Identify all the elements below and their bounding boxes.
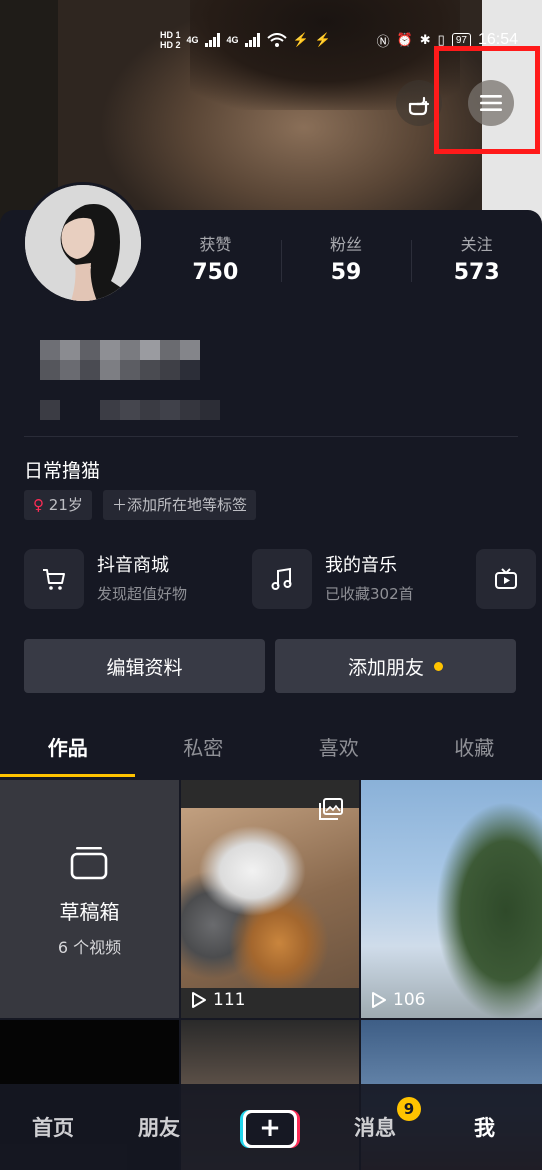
play-count-value: 106: [393, 990, 426, 1010]
drafts-icon: [70, 847, 108, 880]
plus-icon: ＋: [112, 496, 128, 514]
service-subtitle: 已收藏302首: [325, 585, 414, 603]
notification-icon: ⚡: [292, 32, 309, 47]
video-thumbnail[interactable]: 111: [181, 780, 359, 1018]
play-count-value: 111: [213, 990, 246, 1010]
stat-label: 粉丝: [330, 235, 363, 254]
bottom-nav: 首页 朋友 + 消息 我: [0, 1084, 542, 1170]
edit-profile-button[interactable]: 编辑资料: [24, 639, 265, 693]
douyin-mall-entry[interactable]: 抖音商城 发现超值好物: [24, 548, 187, 610]
image-gallery-icon: [319, 798, 343, 820]
service-subtitle: 发现超值好物: [97, 585, 188, 603]
avatar[interactable]: [22, 182, 144, 304]
my-music-entry[interactable]: 我的音乐 已收藏302首: [252, 548, 414, 610]
redacted-user-id: [40, 400, 220, 420]
add-location-tag-label: 添加所在地等标签: [127, 496, 248, 514]
drafts-title: 草稿箱: [59, 900, 120, 924]
alarm-icon: ⏰: [396, 32, 413, 47]
sim-indicators: HD 1 HD 2: [160, 30, 181, 50]
tab-likes[interactable]: 喜欢: [271, 720, 407, 778]
nav-messages[interactable]: 消息: [354, 1112, 396, 1142]
sim1-label: HD 1: [160, 30, 181, 40]
signal-icon: [244, 33, 260, 47]
content-tabs: 作品 私密 喜欢 收藏: [0, 720, 542, 778]
tv-entry[interactable]: [476, 548, 536, 610]
tab-private[interactable]: 私密: [136, 720, 272, 778]
stat-likes[interactable]: 获赞 750: [150, 234, 281, 290]
service-title: 抖音商城: [97, 555, 169, 576]
age-tag-label: 21岁: [48, 496, 83, 514]
stat-value: 573: [453, 260, 500, 285]
status-bar-left: HD 1 HD 2 4G 4G ⚡ ⚡: [160, 26, 331, 54]
signal-icon: [204, 33, 220, 47]
gender-female-icon: ♀: [33, 496, 44, 514]
service-text: 我的音乐 已收藏302首: [325, 553, 414, 605]
tab-works[interactable]: 作品: [0, 720, 136, 778]
video-thumbnail[interactable]: 106: [361, 780, 542, 1018]
network1-label: 4G: [186, 35, 199, 45]
play-count: 106: [371, 990, 425, 1010]
play-count: 111: [191, 990, 245, 1010]
service-text: 抖音商城 发现超值好物: [97, 553, 187, 605]
redacted-username: [40, 340, 200, 380]
sim2-label: HD 2: [160, 40, 181, 50]
stat-following[interactable]: 关注 573: [411, 234, 542, 290]
profile-bio: 日常撸猫: [24, 460, 101, 482]
stat-followers[interactable]: 粉丝 59: [280, 234, 412, 290]
add-location-tag[interactable]: ＋添加所在地等标签: [103, 490, 257, 520]
age-tag[interactable]: ♀ 21岁: [24, 490, 92, 520]
profile-stats: 获赞 750 粉丝 59 关注 573: [150, 234, 542, 290]
tv-icon: [476, 549, 536, 609]
stat-label: 获赞: [199, 235, 232, 254]
cart-icon: [24, 549, 84, 609]
bluetooth-icon: ✱: [419, 32, 431, 47]
nav-me[interactable]: 我: [474, 1112, 495, 1142]
nav-friends[interactable]: 朋友: [138, 1112, 180, 1142]
notification-icon: ⚡: [314, 32, 331, 47]
plus-icon: +: [246, 1113, 294, 1145]
stat-value: 750: [192, 260, 239, 285]
tab-favorites[interactable]: 收藏: [407, 720, 542, 778]
stat-label: 关注: [460, 235, 493, 254]
play-icon: [192, 992, 206, 1008]
hand-gesture-icon: [408, 96, 430, 116]
service-title: 我的音乐: [325, 555, 397, 576]
drafts-count: 6 个视频: [57, 938, 122, 957]
music-note-icon: [252, 549, 312, 609]
new-indicator-dot: [434, 661, 443, 671]
nav-home[interactable]: 首页: [32, 1112, 74, 1142]
add-friend-button[interactable]: 添加朋友: [275, 639, 516, 693]
add-friend-label: 添加朋友: [347, 656, 424, 679]
section-divider: [24, 436, 518, 437]
active-tab-indicator: [0, 774, 135, 777]
network2-label: 4G: [226, 35, 239, 45]
video-thumbnail-image: [181, 808, 359, 988]
wifi-icon: [266, 33, 287, 47]
message-count-badge: 9: [397, 1097, 421, 1121]
stat-value: 59: [330, 260, 362, 285]
create-post-button[interactable]: +: [240, 1110, 300, 1148]
avatar-image: [25, 185, 141, 301]
nfc-icon: Ⓝ: [376, 33, 390, 49]
highlight-box: [434, 46, 540, 154]
play-icon: [372, 992, 386, 1008]
